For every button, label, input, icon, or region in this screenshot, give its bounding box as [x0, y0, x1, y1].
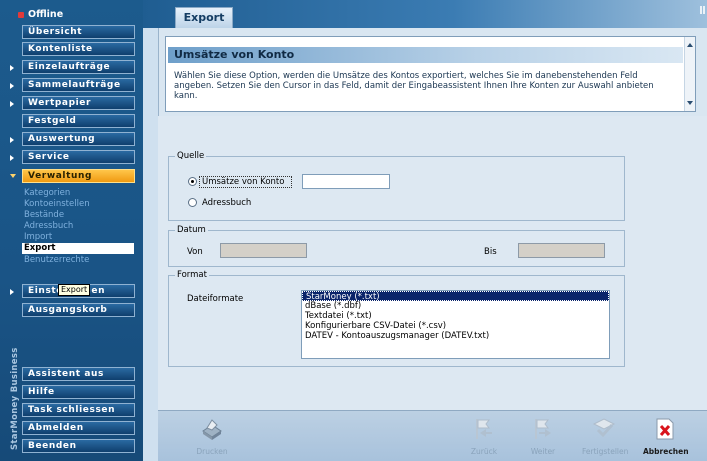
tooltip: Export — [58, 284, 91, 296]
weiter-button[interactable]: Weiter — [521, 416, 565, 460]
resize-grip-icon[interactable] — [700, 6, 705, 14]
info-scrollbar[interactable] — [684, 37, 695, 111]
subnav-bestaende[interactable]: Bestände — [24, 210, 134, 221]
printer-icon — [202, 419, 222, 440]
fertigstellen-label: Fertigstellen — [582, 447, 629, 456]
list-item[interactable]: dBase (*.dbf) — [302, 301, 609, 311]
scroll-down-icon[interactable] — [687, 101, 693, 105]
tab-export[interactable]: Export — [175, 7, 233, 28]
forward-arrow-icon — [535, 419, 551, 439]
subnav-benutzerrechte[interactable]: Benutzerrechte — [24, 255, 134, 266]
subnav-kontoeinstellen[interactable]: Kontoeinstellen — [24, 199, 134, 210]
subnav-export[interactable]: Export — [22, 243, 134, 254]
task-schliessen-button[interactable]: Task schliessen — [22, 403, 135, 417]
nav-verwaltung[interactable]: Verwaltung — [22, 169, 135, 183]
radio-umsaetze-von-konto[interactable] — [188, 177, 197, 186]
dateiformate-label: Dateiformate — [187, 294, 244, 304]
quelle-legend: Quelle — [175, 151, 207, 161]
assistent-aus-button[interactable]: Assistent aus — [22, 367, 135, 381]
status-icon — [18, 12, 24, 18]
nav-service[interactable]: Service — [22, 150, 135, 164]
quelle-group: Quelle — [168, 151, 625, 221]
collapse-arrow-icon — [10, 174, 16, 178]
scroll-up-icon[interactable] — [687, 43, 693, 47]
nav-uebersicht[interactable]: Übersicht — [22, 25, 135, 39]
radio-adressbuch-label[interactable]: Adressbuch — [202, 198, 251, 209]
expand-arrow-icon — [10, 101, 14, 107]
drucken-label: Drucken — [196, 447, 228, 456]
subnav-import[interactable]: Import — [24, 232, 134, 243]
subnav-kategorien[interactable]: Kategorien — [24, 188, 134, 199]
online-status-label: Offline — [28, 9, 64, 20]
zurueck-button[interactable]: Zurück — [462, 416, 506, 460]
dateiformate-listbox[interactable]: StarMoney (*.txt) dBase (*.dbf) Textdate… — [301, 290, 610, 359]
beenden-button[interactable]: Beenden — [22, 439, 135, 453]
expand-arrow-icon — [10, 83, 14, 89]
bis-label: Bis — [484, 247, 497, 257]
info-box: Umsätze von Konto Wählen Sie diese Optio… — [165, 36, 696, 112]
bis-date-input[interactable] — [518, 243, 605, 258]
back-arrow-icon — [476, 419, 492, 439]
brand-logo: StarMoney Business — [0, 300, 20, 450]
expand-arrow-icon — [10, 65, 14, 71]
subnav-adressbuch[interactable]: Adressbuch — [24, 221, 134, 232]
von-date-input[interactable] — [220, 243, 307, 258]
sidebar: Offline Übersicht Kontenliste Einzelauft… — [0, 0, 143, 461]
list-item[interactable]: Konfigurierbare CSV-Datei (*.csv) — [302, 321, 609, 331]
nav-einzelauftraege[interactable]: Einzelaufträge — [22, 60, 135, 74]
datum-legend: Datum — [175, 225, 208, 235]
info-text: Wählen Sie diese Option, werden die Umsä… — [174, 71, 654, 101]
nav-kontenliste[interactable]: Kontenliste — [22, 42, 135, 56]
von-label: Von — [187, 247, 203, 257]
abbrechen-button[interactable]: Abbrechen — [643, 416, 689, 460]
list-item[interactable]: DATEV - Kontoauszugsmanager (DATEV.txt) — [302, 331, 609, 341]
abmelden-button[interactable]: Abmelden — [22, 421, 135, 435]
nav-sammelauftraege[interactable]: Sammelaufträge — [22, 78, 135, 92]
expand-arrow-icon — [10, 289, 14, 295]
list-item[interactable]: StarMoney (*.txt) — [302, 291, 609, 302]
nav-festgeld[interactable]: Festgeld — [22, 114, 135, 128]
cancel-icon — [656, 418, 674, 440]
abbrechen-label: Abbrechen — [643, 447, 689, 456]
checkmark-icon — [592, 418, 616, 438]
info-title: Umsätze von Konto — [168, 47, 683, 63]
radio-adressbuch[interactable] — [188, 198, 197, 207]
nav-auswertung[interactable]: Auswertung — [22, 132, 135, 146]
zurueck-label: Zurück — [470, 447, 498, 456]
fertigstellen-button[interactable]: Fertigstellen — [582, 416, 629, 460]
expand-arrow-icon — [10, 137, 14, 143]
expand-arrow-icon — [10, 155, 14, 161]
nav-wertpapier[interactable]: Wertpapier — [22, 96, 135, 110]
weiter-label: Weiter — [530, 447, 556, 456]
hilfe-button[interactable]: Hilfe — [22, 385, 135, 399]
drucken-button[interactable]: Drucken — [190, 416, 234, 460]
nav-ausgangskorb[interactable]: Ausgangskorb — [22, 303, 135, 317]
list-item[interactable]: Textdatei (*.txt) — [302, 311, 609, 321]
online-status[interactable]: Offline — [14, 8, 140, 22]
radio-umsaetze-label[interactable]: Umsätze von Konto — [202, 177, 284, 188]
brand-label: StarMoney Business — [10, 347, 20, 450]
konto-input[interactable] — [302, 174, 390, 189]
format-legend: Format — [175, 270, 209, 280]
